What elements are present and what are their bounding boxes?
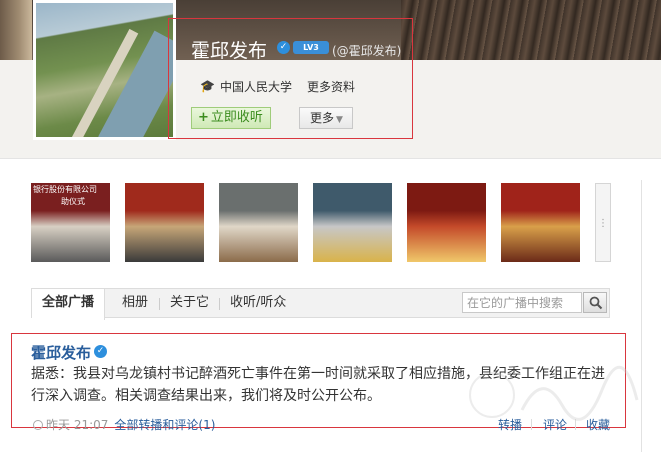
album-thumbnail[interactable]: [219, 183, 298, 262]
tab-all-broadcasts[interactable]: 全部广播: [32, 289, 106, 320]
album-thumbnail[interactable]: [125, 183, 204, 262]
listen-button-label: 立即收听: [210, 110, 263, 125]
profile-name: 霍邱发布: [191, 40, 268, 62]
post-meta: 昨天 21:07 全部转播和评论(1): [33, 416, 215, 433]
chevron-down-icon: ▼: [336, 115, 343, 125]
album-thumbnail[interactable]: [501, 183, 580, 262]
avatar-image: [36, 3, 173, 137]
album-more-button[interactable]: ⋮: [595, 183, 611, 262]
more-info-link[interactable]: 更多资料: [307, 78, 355, 95]
post-time[interactable]: 昨天 21:07: [46, 418, 108, 432]
tab-followers[interactable]: 收听/听众: [220, 289, 296, 319]
comment-action[interactable]: 评论: [543, 416, 567, 433]
forward-action[interactable]: 转播: [498, 416, 522, 433]
album-thumbnail[interactable]: [407, 183, 486, 262]
profile-handle: (@霍邱发布): [332, 44, 402, 58]
banner-left-image: [0, 0, 32, 60]
clock-icon: [33, 420, 43, 430]
search-icon: [589, 296, 603, 310]
thumbnail-subcaption: 助仪式: [61, 197, 85, 206]
divider: [641, 180, 642, 452]
plus-icon: +: [198, 110, 209, 125]
favorite-action[interactable]: 收藏: [586, 416, 610, 433]
graduation-cap-icon: 🎓: [200, 79, 215, 93]
more-button-label: 更多: [310, 111, 335, 125]
more-button[interactable]: 更多 ▼: [299, 107, 353, 129]
action-divider: [575, 419, 576, 430]
verified-icon: ✓: [94, 345, 107, 358]
banner-right-image: [401, 0, 661, 60]
post-text: 据悉：我县对乌龙镇村书记醉酒死亡事件在第一时间就采取了相应措施，县纪委工作组正在…: [31, 366, 605, 404]
search-input[interactable]: [462, 292, 582, 313]
album-thumbnail[interactable]: [313, 183, 392, 262]
listen-button[interactable]: + 立即收听: [191, 107, 271, 129]
album-thumbnail[interactable]: 银行股份有限公司 助仪式: [31, 183, 110, 262]
profile-school[interactable]: 中国人民大学: [220, 78, 292, 95]
search-button[interactable]: [583, 292, 607, 313]
forward-comments-link[interactable]: 全部转播和评论(1): [114, 418, 215, 432]
avatar[interactable]: [33, 0, 176, 140]
post-author[interactable]: 霍邱发布: [31, 342, 91, 363]
verified-icon: ✓: [277, 41, 290, 54]
tab-about[interactable]: 关于它: [160, 289, 219, 319]
tab-album[interactable]: 相册: [112, 289, 158, 319]
action-divider: [531, 419, 532, 430]
level-badge-icon: LV3: [293, 41, 329, 54]
